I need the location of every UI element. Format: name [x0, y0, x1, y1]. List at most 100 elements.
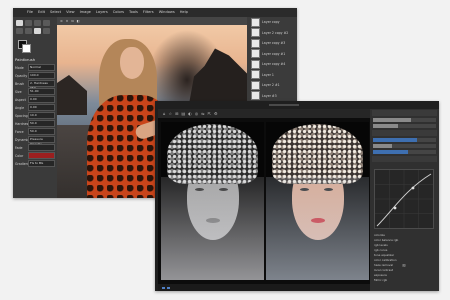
menu-windows[interactable]: Windows — [159, 8, 175, 17]
option-field[interactable]: 100.0 — [28, 72, 55, 79]
option-row: Aspect 0.00 — [15, 96, 55, 103]
text-tool-icon[interactable] — [25, 28, 32, 34]
layer-name: Layer copy #1 — [262, 51, 286, 56]
home-icon[interactable]: ⌂ — [163, 111, 166, 116]
option-field[interactable]: Normal — [28, 64, 55, 71]
layer-name: Layer #3 — [262, 93, 277, 98]
option-field[interactable]: FG to BG — [28, 160, 55, 167]
module-list: colorize color balance rgb rgb levels rg… — [374, 233, 434, 283]
layer-row[interactable]: Layer 1 — [247, 70, 297, 81]
layer-row[interactable]: Layer 2 copy #2 — [247, 28, 297, 39]
module-slider[interactable] — [373, 118, 436, 122]
option-label: Angle — [15, 105, 25, 110]
option-label: Fade — [15, 145, 23, 150]
layer-name: Layer copy #3 — [262, 41, 286, 46]
menu-help[interactable]: Help — [180, 8, 188, 17]
module-item[interactable]: filmic rgb — [374, 278, 434, 283]
eraser-tool-icon[interactable] — [43, 28, 50, 34]
drag-grip[interactable] — [268, 104, 299, 106]
tab-mask-icon[interactable]: ◧ — [77, 19, 80, 23]
option-row: Force 50.0 — [15, 128, 55, 135]
tab-duplicate-icon[interactable]: ⧉ — [71, 19, 73, 23]
option-field[interactable]: 2. Hardness 050 — [28, 80, 55, 90]
option-label: Aspect — [15, 97, 26, 102]
option-label: Force — [15, 129, 24, 134]
layer-name: Layer copy — [262, 20, 280, 25]
menu-select[interactable]: Select — [50, 8, 61, 17]
option-row: Size 51.00 — [15, 88, 55, 95]
option-field[interactable]: Pressure Opacity — [28, 136, 55, 146]
option-label: Color — [15, 153, 24, 158]
move-tool-icon[interactable] — [16, 20, 23, 26]
module-header[interactable] — [372, 110, 437, 116]
transform-tool-icon[interactable] — [16, 28, 23, 34]
menu-layers[interactable]: Layers — [96, 8, 108, 17]
status-bar — [158, 284, 370, 291]
module-slider[interactable] — [373, 150, 436, 154]
crop-tool-icon[interactable] — [43, 20, 50, 26]
grid-icon[interactable]: ⊞ — [175, 111, 178, 116]
layer-row[interactable]: Layer copy #3 — [247, 38, 297, 49]
layer-row[interactable]: Layer copy #4 — [247, 59, 297, 70]
module-header[interactable] — [372, 130, 437, 136]
menu-filters[interactable]: Filters — [143, 8, 154, 17]
layer-name: Layer 1 — [262, 72, 274, 77]
select-tool-icon[interactable] — [25, 20, 32, 26]
option-row: DynamicsPressure Opacity — [15, 136, 55, 146]
layer-thumbnail — [251, 80, 260, 90]
expand-icon[interactable]: ⇱ — [208, 111, 211, 116]
menu-edit[interactable]: Edit — [38, 8, 45, 17]
menu-view[interactable]: View — [66, 8, 75, 17]
menu-file[interactable]: File — [27, 8, 33, 17]
veil — [161, 177, 264, 280]
compare-icon[interactable]: ⇋ — [201, 111, 204, 116]
option-row: Hardness50.0 — [15, 120, 55, 127]
fg-bg-colors[interactable] — [18, 40, 31, 53]
list-icon[interactable]: ▤ — [182, 111, 186, 116]
lasso-tool-icon[interactable] — [34, 20, 41, 26]
layer-row[interactable]: Layer #3 — [247, 91, 297, 102]
layer-name: Layer 2 #1 — [262, 83, 280, 88]
layer-thumbnail — [251, 17, 260, 27]
option-field[interactable] — [28, 144, 55, 151]
settings-icon[interactable]: ⚙ — [214, 111, 218, 116]
option-field[interactable]: 51.00 — [28, 88, 55, 95]
module-slider[interactable] — [373, 138, 436, 142]
module-header[interactable] — [372, 156, 437, 162]
option-label: Hardness — [15, 121, 28, 126]
menu-image[interactable]: Image — [80, 8, 91, 17]
module-slider[interactable] — [373, 124, 436, 128]
option-field[interactable]: 10.0 — [28, 112, 55, 119]
star-icon[interactable]: ☆ — [169, 111, 173, 116]
compare-view[interactable] — [158, 118, 370, 284]
option-row: Angle 0.00 — [15, 104, 55, 111]
option-label: Gradient — [15, 161, 28, 166]
tool-options: Paintbrush Mode Normal Opacity 100.0 Brush… — [15, 57, 55, 167]
option-row: Fade — [15, 144, 55, 151]
contrast-icon[interactable]: ◐ — [188, 111, 192, 116]
layer-name: Layer 2 copy #2 — [262, 30, 289, 35]
option-field[interactable]: 50.0 — [28, 120, 55, 127]
layer-row[interactable]: Layer copy #1 — [247, 49, 297, 60]
menu-tools[interactable]: Tools — [129, 8, 138, 17]
option-field[interactable]: 0.00 — [28, 104, 55, 111]
layer-row[interactable]: Layer 2 #1 — [247, 80, 297, 91]
indicator — [167, 287, 170, 289]
tab-menu-icon[interactable]: ≡ — [60, 19, 63, 23]
tone-curve-graph[interactable] — [374, 169, 434, 229]
module-slider[interactable] — [373, 144, 436, 148]
tool-options-header: Paintbrush — [15, 57, 36, 62]
veil — [266, 177, 369, 280]
background-color[interactable] — [22, 44, 31, 53]
option-field[interactable]: 50.0 — [28, 128, 55, 135]
tab-close-icon[interactable]: × — [66, 19, 69, 23]
option-label: Spacing — [15, 113, 28, 118]
presets-icon[interactable]: ≋ — [400, 263, 408, 269]
title-bar[interactable] — [155, 101, 439, 109]
focus-icon[interactable]: ◎ — [195, 111, 199, 116]
layer-row[interactable]: Layer copy — [247, 17, 297, 28]
paintbrush-tool-icon[interactable] — [34, 28, 41, 34]
menu-colors[interactable]: Colors — [113, 8, 124, 17]
option-field[interactable]: 0.00 — [28, 96, 55, 103]
color-swatch-field[interactable] — [28, 152, 55, 159]
